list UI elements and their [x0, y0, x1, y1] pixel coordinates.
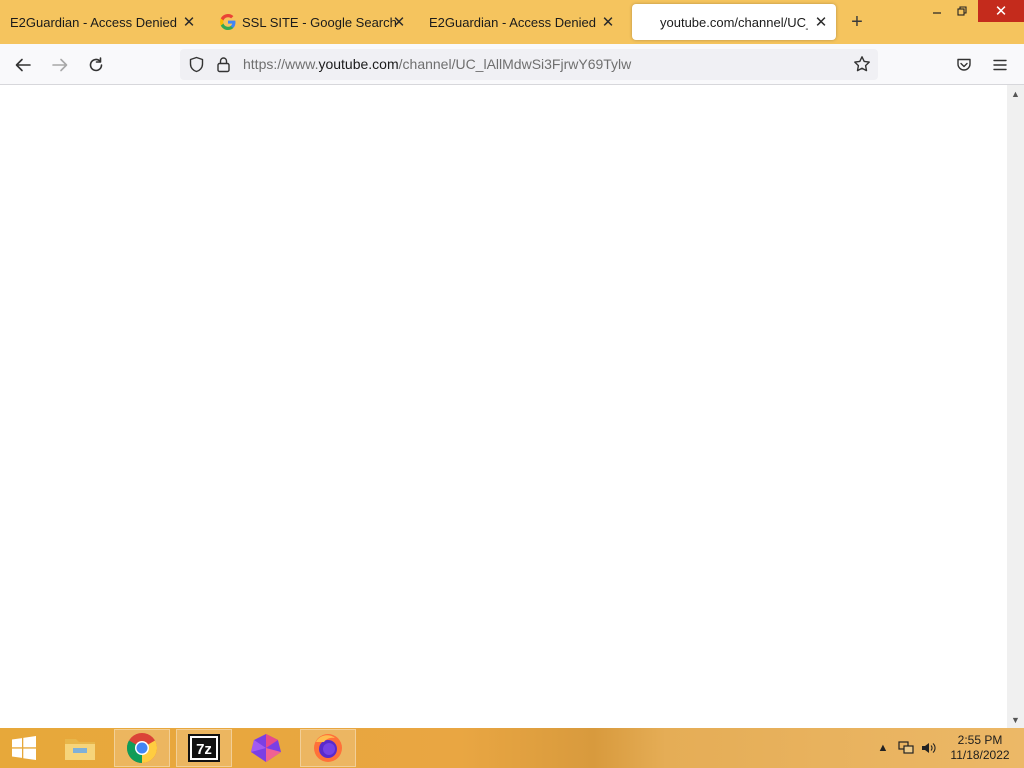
url-text[interactable]: https://www.youtube.com/channel/UC_lAllM…: [243, 56, 631, 72]
hamburger-menu-icon[interactable]: [987, 52, 1013, 78]
reload-icon[interactable]: [83, 52, 109, 78]
page-content[interactable]: [0, 85, 1007, 728]
chrome-icon: [126, 733, 158, 763]
scroll-down-icon[interactable]: ▼: [1007, 711, 1024, 728]
tracking-protection-shield-icon[interactable]: [188, 56, 205, 78]
clock-date: 11/18/2022: [950, 748, 1010, 762]
system-clock[interactable]: 2:55 PM 11/18/2022: [940, 733, 1020, 763]
tab-google-search[interactable]: SSL SITE - Google Search ✕: [220, 4, 420, 40]
url-path: /channel/UC_lAllMdwSi3FjrwY69Tylw: [398, 56, 632, 72]
url-host: youtube.com: [318, 56, 399, 72]
windows-taskbar: 7z ▲ 2:55 PM 11/18/2022: [0, 728, 1024, 768]
volume-icon[interactable]: [920, 740, 938, 756]
firefox-icon: [314, 734, 342, 762]
tab-title: SSL SITE - Google Search: [242, 14, 397, 30]
gem-app-button[interactable]: [238, 729, 294, 767]
lock-icon[interactable]: [216, 56, 231, 78]
minimize-icon[interactable]: [923, 0, 951, 22]
network-icon[interactable]: [897, 740, 915, 756]
vertical-scrollbar[interactable]: ▲ ▼: [1007, 85, 1024, 728]
new-tab-icon[interactable]: +: [846, 12, 868, 34]
folder-icon: [65, 739, 95, 760]
tab-e2guardian-1[interactable]: E2Guardian - Access Denied ✕: [0, 4, 210, 40]
scroll-up-icon[interactable]: ▲: [1007, 85, 1024, 102]
restore-icon[interactable]: [948, 0, 976, 22]
pocket-icon[interactable]: [951, 52, 977, 78]
windows-logo-icon: [12, 736, 36, 760]
tab-title: E2Guardian - Access Denied: [10, 14, 177, 30]
tab-e2guardian-2[interactable]: E2Guardian - Access Denied ✕: [429, 4, 629, 40]
firefox-button[interactable]: [300, 729, 356, 767]
chrome-button[interactable]: [114, 729, 170, 767]
window-close-icon[interactable]: ✕: [978, 0, 1024, 22]
7zip-icon: 7z: [188, 734, 220, 762]
svg-text:7z: 7z: [196, 741, 212, 758]
close-tab-icon[interactable]: ✕: [599, 13, 617, 31]
file-explorer-button[interactable]: [52, 729, 108, 767]
navigation-toolbar: https://www.youtube.com/channel/UC_lAllM…: [0, 44, 1024, 85]
browser-window: E2Guardian - Access Denied ✕ SSL SITE - …: [0, 0, 1024, 768]
url-scheme: https://www.: [243, 56, 319, 72]
show-hidden-icons-icon[interactable]: ▲: [874, 740, 892, 756]
start-button[interactable]: [0, 729, 48, 767]
clock-time: 2:55 PM: [957, 733, 1003, 747]
close-tab-icon[interactable]: ✕: [180, 13, 198, 31]
url-bar[interactable]: https://www.youtube.com/channel/UC_lAllM…: [180, 49, 878, 80]
tab-strip: E2Guardian - Access Denied ✕ SSL SITE - …: [0, 0, 1024, 44]
bookmark-star-icon[interactable]: [853, 55, 871, 78]
close-tab-icon[interactable]: ✕: [390, 13, 408, 31]
close-tab-icon[interactable]: ✕: [812, 13, 830, 31]
forward-icon[interactable]: [47, 52, 73, 78]
7zip-button[interactable]: 7z: [176, 729, 232, 767]
tab-youtube-active[interactable]: youtube.com/channel/UC_lA ✕: [632, 4, 836, 40]
tab-title: youtube.com/channel/UC_lA: [660, 14, 808, 30]
gem-icon: [251, 734, 281, 762]
tab-title: E2Guardian - Access Denied: [429, 14, 596, 30]
back-icon[interactable]: [10, 52, 36, 78]
google-icon: [220, 14, 236, 30]
